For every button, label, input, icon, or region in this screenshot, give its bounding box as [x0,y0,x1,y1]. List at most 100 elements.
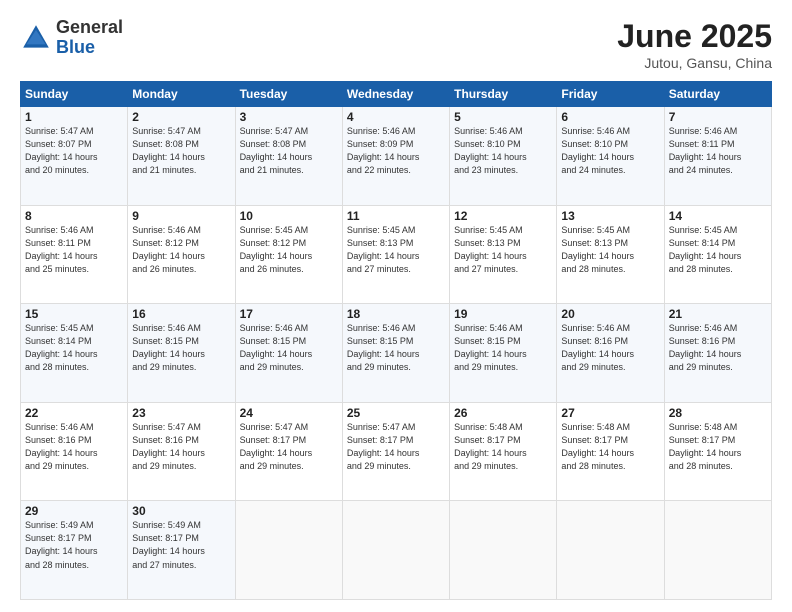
day-number: 30 [132,504,230,518]
calendar-cell [342,501,449,600]
calendar-cell: 6Sunrise: 5:46 AM Sunset: 8:10 PM Daylig… [557,107,664,206]
day-number: 29 [25,504,123,518]
day-info: Sunrise: 5:47 AM Sunset: 8:08 PM Dayligh… [132,125,230,177]
calendar-cell: 30Sunrise: 5:49 AM Sunset: 8:17 PM Dayli… [128,501,235,600]
day-info: Sunrise: 5:47 AM Sunset: 8:07 PM Dayligh… [25,125,123,177]
calendar-week-2: 8Sunrise: 5:46 AM Sunset: 8:11 PM Daylig… [21,205,772,304]
day-number: 6 [561,110,659,124]
day-info: Sunrise: 5:46 AM Sunset: 8:16 PM Dayligh… [25,421,123,473]
logo: General Blue [20,18,123,58]
day-number: 23 [132,406,230,420]
page: General Blue June 2025 Jutou, Gansu, Chi… [0,0,792,612]
day-number: 11 [347,209,445,223]
day-number: 2 [132,110,230,124]
weekday-header-row: SundayMondayTuesdayWednesdayThursdayFrid… [21,82,772,107]
day-info: Sunrise: 5:45 AM Sunset: 8:13 PM Dayligh… [561,224,659,276]
day-info: Sunrise: 5:46 AM Sunset: 8:12 PM Dayligh… [132,224,230,276]
calendar-cell: 15Sunrise: 5:45 AM Sunset: 8:14 PM Dayli… [21,304,128,403]
day-number: 21 [669,307,767,321]
day-info: Sunrise: 5:46 AM Sunset: 8:16 PM Dayligh… [669,322,767,374]
day-info: Sunrise: 5:49 AM Sunset: 8:17 PM Dayligh… [132,519,230,571]
calendar-cell [664,501,771,600]
calendar-cell: 5Sunrise: 5:46 AM Sunset: 8:10 PM Daylig… [450,107,557,206]
day-number: 5 [454,110,552,124]
day-number: 16 [132,307,230,321]
weekday-header-friday: Friday [557,82,664,107]
calendar-cell: 21Sunrise: 5:46 AM Sunset: 8:16 PM Dayli… [664,304,771,403]
day-number: 26 [454,406,552,420]
day-number: 12 [454,209,552,223]
calendar-cell: 2Sunrise: 5:47 AM Sunset: 8:08 PM Daylig… [128,107,235,206]
calendar-body: 1Sunrise: 5:47 AM Sunset: 8:07 PM Daylig… [21,107,772,600]
day-info: Sunrise: 5:47 AM Sunset: 8:17 PM Dayligh… [347,421,445,473]
calendar-table: SundayMondayTuesdayWednesdayThursdayFrid… [20,81,772,600]
calendar-cell: 17Sunrise: 5:46 AM Sunset: 8:15 PM Dayli… [235,304,342,403]
calendar-cell: 18Sunrise: 5:46 AM Sunset: 8:15 PM Dayli… [342,304,449,403]
calendar-cell [450,501,557,600]
logo-general: General [56,18,123,38]
day-info: Sunrise: 5:45 AM Sunset: 8:14 PM Dayligh… [669,224,767,276]
day-info: Sunrise: 5:46 AM Sunset: 8:15 PM Dayligh… [454,322,552,374]
calendar-week-1: 1Sunrise: 5:47 AM Sunset: 8:07 PM Daylig… [21,107,772,206]
calendar-cell: 13Sunrise: 5:45 AM Sunset: 8:13 PM Dayli… [557,205,664,304]
calendar-cell: 19Sunrise: 5:46 AM Sunset: 8:15 PM Dayli… [450,304,557,403]
logo-blue: Blue [56,38,123,58]
day-number: 3 [240,110,338,124]
header: General Blue June 2025 Jutou, Gansu, Chi… [20,18,772,71]
logo-icon [20,22,52,54]
day-number: 10 [240,209,338,223]
day-info: Sunrise: 5:46 AM Sunset: 8:10 PM Dayligh… [561,125,659,177]
day-info: Sunrise: 5:46 AM Sunset: 8:11 PM Dayligh… [25,224,123,276]
calendar-cell: 10Sunrise: 5:45 AM Sunset: 8:12 PM Dayli… [235,205,342,304]
day-info: Sunrise: 5:45 AM Sunset: 8:12 PM Dayligh… [240,224,338,276]
calendar-cell: 8Sunrise: 5:46 AM Sunset: 8:11 PM Daylig… [21,205,128,304]
day-number: 4 [347,110,445,124]
day-number: 14 [669,209,767,223]
calendar-cell: 4Sunrise: 5:46 AM Sunset: 8:09 PM Daylig… [342,107,449,206]
weekday-header-wednesday: Wednesday [342,82,449,107]
weekday-header-monday: Monday [128,82,235,107]
day-info: Sunrise: 5:48 AM Sunset: 8:17 PM Dayligh… [669,421,767,473]
day-number: 18 [347,307,445,321]
logo-text: General Blue [56,18,123,58]
day-info: Sunrise: 5:48 AM Sunset: 8:17 PM Dayligh… [454,421,552,473]
calendar-cell: 24Sunrise: 5:47 AM Sunset: 8:17 PM Dayli… [235,402,342,501]
day-info: Sunrise: 5:49 AM Sunset: 8:17 PM Dayligh… [25,519,123,571]
calendar-cell [557,501,664,600]
day-info: Sunrise: 5:46 AM Sunset: 8:09 PM Dayligh… [347,125,445,177]
weekday-header-sunday: Sunday [21,82,128,107]
calendar-cell: 9Sunrise: 5:46 AM Sunset: 8:12 PM Daylig… [128,205,235,304]
title-block: June 2025 Jutou, Gansu, China [617,18,772,71]
day-number: 17 [240,307,338,321]
day-info: Sunrise: 5:46 AM Sunset: 8:16 PM Dayligh… [561,322,659,374]
day-info: Sunrise: 5:46 AM Sunset: 8:15 PM Dayligh… [347,322,445,374]
weekday-header-tuesday: Tuesday [235,82,342,107]
day-number: 19 [454,307,552,321]
calendar-cell: 29Sunrise: 5:49 AM Sunset: 8:17 PM Dayli… [21,501,128,600]
calendar-cell: 25Sunrise: 5:47 AM Sunset: 8:17 PM Dayli… [342,402,449,501]
day-info: Sunrise: 5:47 AM Sunset: 8:08 PM Dayligh… [240,125,338,177]
day-info: Sunrise: 5:45 AM Sunset: 8:14 PM Dayligh… [25,322,123,374]
day-info: Sunrise: 5:45 AM Sunset: 8:13 PM Dayligh… [454,224,552,276]
title-month: June 2025 [617,18,772,55]
calendar-cell: 3Sunrise: 5:47 AM Sunset: 8:08 PM Daylig… [235,107,342,206]
day-number: 15 [25,307,123,321]
calendar-week-3: 15Sunrise: 5:45 AM Sunset: 8:14 PM Dayli… [21,304,772,403]
calendar-cell: 27Sunrise: 5:48 AM Sunset: 8:17 PM Dayli… [557,402,664,501]
weekday-header-saturday: Saturday [664,82,771,107]
day-number: 1 [25,110,123,124]
day-info: Sunrise: 5:48 AM Sunset: 8:17 PM Dayligh… [561,421,659,473]
calendar-cell: 14Sunrise: 5:45 AM Sunset: 8:14 PM Dayli… [664,205,771,304]
calendar-cell: 22Sunrise: 5:46 AM Sunset: 8:16 PM Dayli… [21,402,128,501]
calendar-cell [235,501,342,600]
day-info: Sunrise: 5:46 AM Sunset: 8:15 PM Dayligh… [132,322,230,374]
day-number: 20 [561,307,659,321]
calendar-cell: 1Sunrise: 5:47 AM Sunset: 8:07 PM Daylig… [21,107,128,206]
calendar-cell: 23Sunrise: 5:47 AM Sunset: 8:16 PM Dayli… [128,402,235,501]
day-number: 22 [25,406,123,420]
calendar-cell: 7Sunrise: 5:46 AM Sunset: 8:11 PM Daylig… [664,107,771,206]
day-number: 24 [240,406,338,420]
day-info: Sunrise: 5:45 AM Sunset: 8:13 PM Dayligh… [347,224,445,276]
weekday-header-thursday: Thursday [450,82,557,107]
day-number: 9 [132,209,230,223]
